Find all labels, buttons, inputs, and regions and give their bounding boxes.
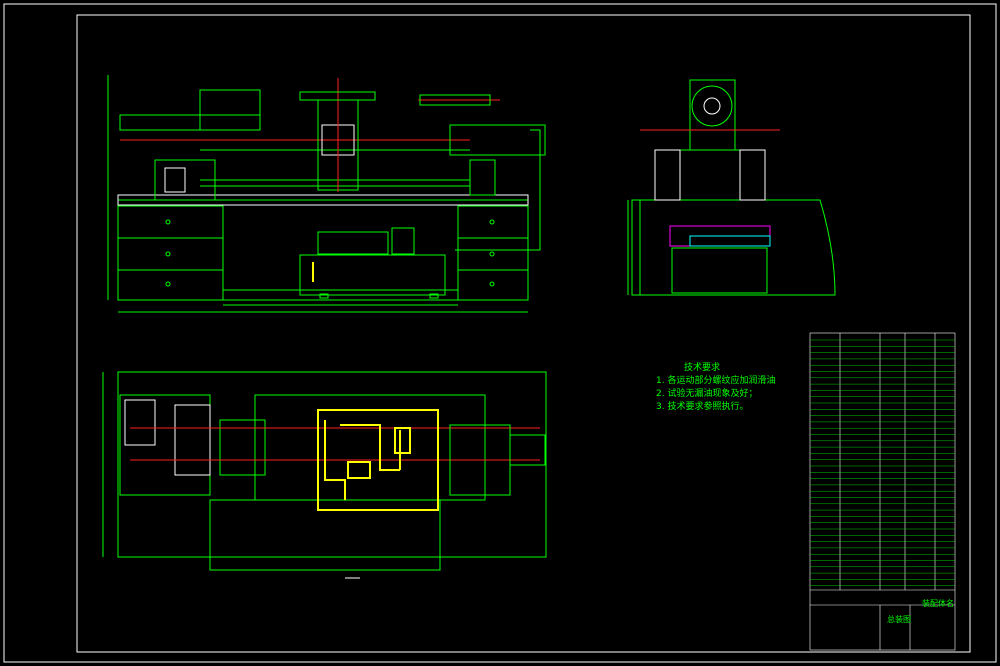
cad-drawing <box>3 3 997 663</box>
side-view <box>627 79 836 296</box>
title-block-subtitle: 装配体名 <box>922 599 954 608</box>
technical-note-2: 2. 试验无漏油现象及好； <box>656 389 758 399</box>
front-view <box>107 75 546 313</box>
technical-notes-heading: 技术要求 <box>684 363 721 373</box>
parts-list-rows <box>810 339 955 586</box>
inner-border <box>76 14 971 653</box>
technical-notes: 技术要求 1. 各运动部分螺纹应加润滑油 2. 试验无漏油现象及好； 3. 技术… <box>656 362 775 414</box>
title-block-title: 总装图 <box>887 615 911 624</box>
technical-note-3: 3. 技术要求参照执行。 <box>656 402 749 412</box>
top-view <box>102 371 547 579</box>
technical-note-1: 1. 各运动部分螺纹应加润滑油 <box>656 376 776 386</box>
